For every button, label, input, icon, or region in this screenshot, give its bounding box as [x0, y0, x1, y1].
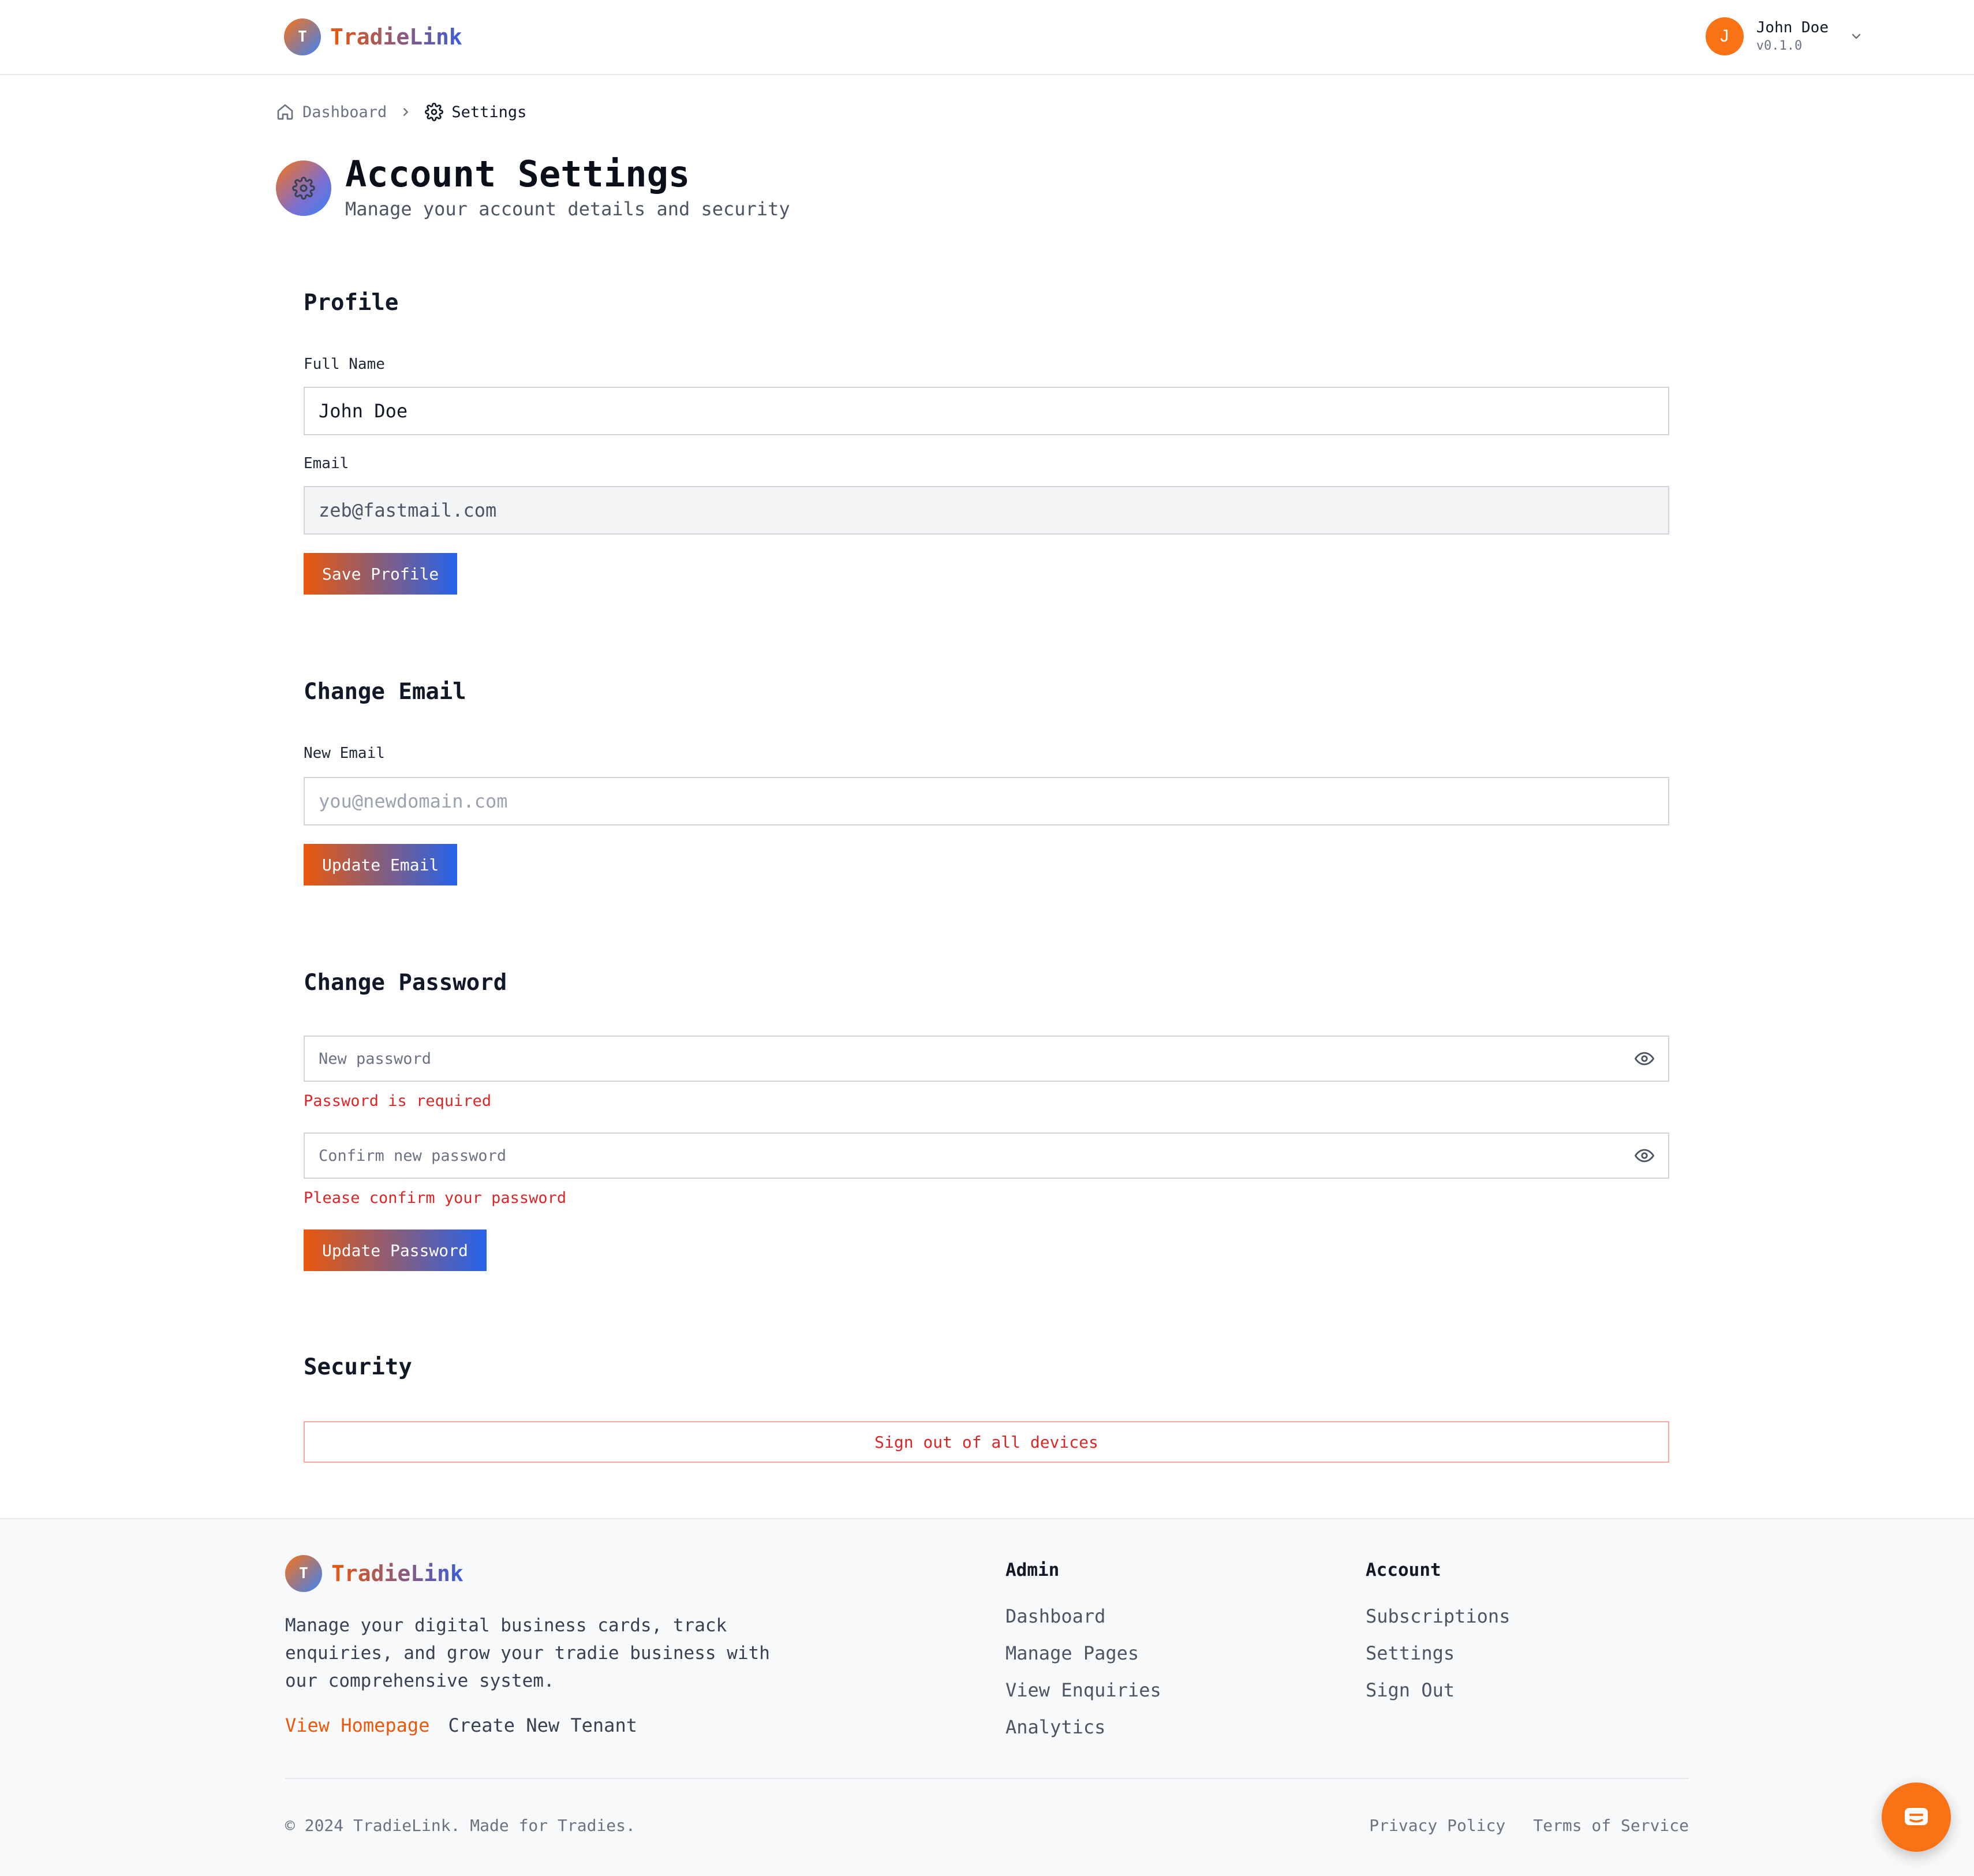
- terms-of-service-link[interactable]: Terms of Service: [1533, 1816, 1689, 1835]
- footer-link-analytics[interactable]: Analytics: [1005, 1709, 1161, 1746]
- footer-legal-links: Privacy Policy Terms of Service: [1369, 1816, 1689, 1835]
- new-email-label: New Email: [304, 745, 385, 762]
- footer-admin-title: Admin: [1005, 1560, 1060, 1580]
- confirm-password-placeholder: Confirm new password: [319, 1146, 507, 1165]
- footer-logo[interactable]: T TradieLink: [285, 1555, 463, 1592]
- footer-link-settings[interactable]: Settings: [1366, 1635, 1510, 1672]
- full-name-label: Full Name: [304, 356, 385, 373]
- logo-mark: T: [285, 1555, 322, 1592]
- update-password-button[interactable]: Update Password: [304, 1230, 487, 1271]
- breadcrumb-settings: Settings: [425, 103, 526, 121]
- full-name-input[interactable]: John Doe: [304, 387, 1669, 435]
- breadcrumb: Dashboard Settings: [276, 103, 526, 121]
- app-version: v0.1.0: [1756, 39, 1803, 53]
- change-password-card: Change Password New password Password is…: [276, 944, 1697, 1299]
- logo-mark: T: [284, 18, 321, 55]
- page-header: Account Settings Manage your account det…: [276, 152, 790, 222]
- new-password-placeholder: New password: [319, 1049, 432, 1068]
- eye-icon[interactable]: [1635, 1146, 1654, 1165]
- email-label: Email: [304, 455, 349, 472]
- footer-account-title: Account: [1366, 1560, 1441, 1580]
- footer-link-sign-out[interactable]: Sign Out: [1366, 1672, 1510, 1709]
- create-tenant-link[interactable]: Create New Tenant: [448, 1714, 637, 1736]
- security-card: Security Sign out of all devices: [276, 1329, 1697, 1490]
- footer-link-view-enquiries[interactable]: View Enquiries: [1005, 1672, 1161, 1709]
- footer-description: Manage your digital business cards, trac…: [285, 1615, 770, 1691]
- chevron-down-icon[interactable]: [1849, 29, 1863, 43]
- view-homepage-link[interactable]: View Homepage: [285, 1714, 429, 1736]
- settings-badge: [276, 160, 331, 216]
- sign-out-all-devices-button[interactable]: Sign out of all devices: [304, 1421, 1669, 1463]
- chat-button[interactable]: [1882, 1782, 1951, 1852]
- top-header: T TradieLink J John Doe v0.1.0: [0, 0, 1974, 75]
- user-name: John Doe: [1756, 19, 1829, 36]
- new-email-input[interactable]: you@newdomain.com: [304, 777, 1669, 825]
- breadcrumb-dashboard[interactable]: Dashboard: [276, 103, 387, 121]
- save-profile-button[interactable]: Save Profile: [304, 553, 458, 595]
- profile-title: Profile: [304, 290, 399, 316]
- footer-admin-column: Admin Dashboard Manage Pages View Enquir…: [1005, 1557, 1161, 1746]
- confirm-password-input[interactable]: Confirm new password: [304, 1133, 1669, 1179]
- footer-quick-links: View Homepage Create New Tenant: [285, 1714, 637, 1736]
- user-info: John Doe v0.1.0: [1756, 18, 1829, 55]
- footer-divider: [285, 1778, 1689, 1779]
- footer-link-subscriptions[interactable]: Subscriptions: [1366, 1598, 1510, 1635]
- footer-link-dashboard[interactable]: Dashboard: [1005, 1598, 1161, 1635]
- profile-card: Profile Full Name John Doe Email zeb@fas…: [276, 264, 1697, 622]
- breadcrumb-settings-label: Settings: [451, 103, 527, 121]
- logo-text: TradieLink: [331, 1561, 463, 1586]
- home-icon: [277, 104, 293, 120]
- avatar: J: [1705, 17, 1744, 55]
- chevron-right-icon: [403, 108, 409, 116]
- eye-icon[interactable]: [1635, 1049, 1654, 1068]
- new-password-error: Password is required: [304, 1092, 492, 1110]
- page-subtitle: Manage your account details and security: [345, 198, 790, 220]
- confirm-password-error: Please confirm your password: [304, 1189, 567, 1207]
- chat-icon: [1905, 1808, 1928, 1825]
- footer-account-column: Account Subscriptions Settings Sign Out: [1366, 1557, 1510, 1709]
- change-password-title: Change Password: [304, 970, 507, 996]
- security-title: Security: [304, 1354, 412, 1380]
- update-email-button[interactable]: Update Email: [304, 844, 458, 885]
- copyright: © 2024 TradieLink. Made for Tradies.: [285, 1816, 635, 1835]
- change-email-title: Change Email: [304, 679, 466, 705]
- new-password-input[interactable]: New password: [304, 1036, 1669, 1082]
- change-email-card: Change Email New Email you@newdomain.com…: [276, 655, 1697, 909]
- page-title: Account Settings: [345, 153, 690, 195]
- gear-icon: [425, 103, 444, 121]
- footer-link-manage-pages[interactable]: Manage Pages: [1005, 1635, 1161, 1672]
- breadcrumb-dashboard-label: Dashboard: [302, 103, 387, 121]
- email-field[interactable]: zeb@fastmail.com: [304, 486, 1669, 535]
- footer: T TradieLink Manage your digital busines…: [0, 1518, 1974, 1876]
- privacy-policy-link[interactable]: Privacy Policy: [1369, 1816, 1505, 1835]
- user-menu[interactable]: J John Doe v0.1.0: [1705, 17, 1863, 55]
- gear-icon: [292, 177, 315, 200]
- header-logo[interactable]: T TradieLink: [284, 18, 462, 55]
- logo-text: TradieLink: [330, 24, 462, 50]
